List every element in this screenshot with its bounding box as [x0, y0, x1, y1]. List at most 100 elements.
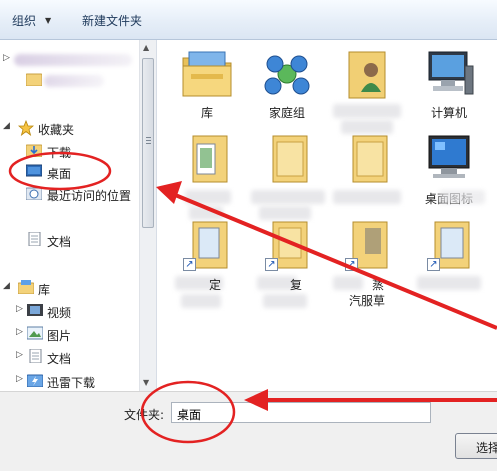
folder-name-input[interactable]: 桌面 — [171, 402, 431, 423]
nav-item-downloads[interactable]: 下载 — [0, 141, 139, 161]
file-item-shortcut-b[interactable]: ↗ 复 — [247, 218, 327, 310]
desktop-icon — [25, 164, 43, 178]
redacted-label — [417, 276, 481, 290]
file-item-folder-b[interactable] — [247, 132, 327, 224]
monitor-icon — [421, 132, 477, 186]
document-icon — [27, 348, 43, 364]
collapse-arrow-icon: ◢ — [3, 281, 10, 291]
nav-libraries[interactable]: ◢ 库 — [0, 278, 139, 298]
redacted-label — [333, 190, 401, 204]
nav-item-thunder-downloads[interactable]: ▷ 迅雷下载 — [0, 371, 139, 391]
nav-item-documents[interactable]: 文档 — [0, 230, 139, 250]
redacted-label — [439, 190, 485, 204]
file-item-library[interactable]: 库 — [167, 46, 247, 138]
dialog-footer: 文件夹: 桌面 — [0, 391, 497, 471]
shortcut-arrow-icon: ↗ — [265, 258, 278, 271]
nav-item-desktop[interactable]: 桌面 — [0, 162, 139, 182]
file-label: 蒸 — [371, 278, 384, 292]
file-label: 计算机 — [430, 106, 467, 120]
library-folder-icon — [179, 46, 235, 100]
nav-label-downloads: 下载 — [47, 146, 72, 160]
file-item-computer[interactable]: 计算机 — [409, 46, 489, 138]
expand-arrow-icon: ▷ — [16, 304, 23, 314]
folder-icon — [339, 132, 395, 186]
folder-icon — [25, 72, 43, 87]
file-item-folder-c[interactable] — [327, 132, 407, 224]
nav-item-blurred[interactable]: ▷ — [0, 50, 139, 70]
file-item-shortcut-c[interactable]: ↗ 蒸 汽服草 — [327, 218, 407, 310]
nav-item-videos[interactable]: ▷ 视频 — [0, 301, 139, 321]
nav-label-desktop: 桌面 — [47, 167, 72, 181]
folder-field-label: 文件夹: — [124, 408, 165, 422]
download-folder-icon — [25, 143, 43, 158]
homegroup-icon — [259, 46, 315, 100]
grip-line — [146, 143, 151, 144]
document-icon — [26, 231, 42, 247]
expand-arrow-icon: ▷ — [16, 350, 23, 360]
redacted-label — [251, 190, 325, 204]
content-pane: 库 家庭组 计算机 ↗ 定 ↗ 复 ↗ 蒸 汽服草 ↗ — [157, 40, 497, 391]
organize-button[interactable]: 组织 ▼ — [12, 12, 51, 29]
shortcut-arrow-icon: ↗ — [183, 258, 196, 271]
select-folder-button[interactable]: 选择 — [455, 433, 497, 459]
nav-label-pictures: 图片 — [47, 329, 72, 343]
library-icon — [17, 280, 35, 295]
expand-arrow-icon: ▷ — [16, 374, 23, 384]
file-item-shortcut-d[interactable]: ↗ — [409, 218, 489, 310]
file-item-desktop-icons[interactable]: 桌面图标 — [409, 132, 489, 224]
nav-label-thunder: 迅雷下载 — [47, 376, 96, 390]
recent-places-icon — [25, 186, 43, 201]
redacted-label — [181, 294, 221, 308]
nav-label-videos: 视频 — [47, 306, 72, 320]
new-folder-button[interactable]: 新建文件夹 — [82, 12, 142, 29]
collapse-arrow-icon: ◢ — [3, 121, 10, 131]
file-label: 复 — [289, 278, 302, 292]
star-icon — [17, 119, 35, 137]
computer-icon — [421, 46, 477, 100]
scroll-up-icon[interactable]: ▲ — [143, 43, 149, 52]
folder-icon — [179, 132, 235, 186]
nav-label-recent: 最近访问的位置 — [47, 189, 132, 203]
expand-arrow-icon: ▷ — [16, 327, 23, 337]
picture-icon — [26, 326, 44, 340]
select-button-label: 选择 — [476, 441, 497, 455]
user-folder-icon — [339, 46, 395, 100]
nav-item-recent-places[interactable]: 最近访问的位置 — [0, 184, 139, 204]
file-item-homegroup[interactable]: 家庭组 — [247, 46, 327, 138]
redacted-label — [333, 104, 401, 118]
chevron-down-icon: ▼ — [45, 16, 52, 25]
thunder-folder-icon — [26, 373, 44, 388]
redacted-text — [44, 75, 104, 87]
redacted-text — [14, 54, 132, 66]
nav-label-lib-documents: 文档 — [47, 352, 72, 366]
nav-item-lib-documents[interactable]: ▷ 文档 — [0, 347, 139, 367]
nav-item-pictures[interactable]: ▷ 图片 — [0, 324, 139, 344]
navigation-pane: ▷ ◢ 收藏夹 下载 桌面 最近访问的位置 文档 ◢ 库 ▷ 视频 ▷ 图片 ▷… — [0, 40, 157, 391]
shortcut-arrow-icon: ↗ — [345, 258, 358, 271]
shortcut-arrow-icon: ↗ — [427, 258, 440, 271]
file-label: 库 — [200, 106, 213, 120]
scroll-down-icon[interactable]: ▼ — [143, 378, 149, 387]
grip-line — [146, 137, 151, 138]
file-label: 定 — [208, 278, 221, 292]
nav-label-libraries: 库 — [38, 283, 51, 297]
nav-label-favorites: 收藏夹 — [38, 123, 75, 137]
folder-name-value: 桌面 — [177, 408, 202, 422]
redacted-label — [263, 294, 307, 308]
nav-item-blurred-2[interactable] — [0, 72, 139, 92]
nav-scrollbar[interactable]: ▲ ▼ — [139, 40, 156, 391]
expand-arrow-icon: ▷ — [3, 53, 10, 63]
scroll-thumb[interactable] — [142, 58, 154, 228]
new-folder-label: 新建文件夹 — [82, 14, 143, 28]
file-item-folder-a[interactable] — [167, 132, 247, 224]
video-icon — [27, 303, 43, 317]
redacted-label — [185, 190, 231, 204]
nav-favorites[interactable]: ◢ 收藏夹 — [0, 118, 139, 138]
nav-label-documents: 文档 — [47, 235, 72, 249]
toolbar: 组织 ▼ 新建文件夹 — [0, 0, 497, 40]
redacted-label — [333, 276, 363, 290]
file-item-user[interactable] — [327, 46, 407, 138]
file-item-shortcut-a[interactable]: ↗ 定 — [167, 218, 247, 310]
organize-label: 组织 — [12, 14, 37, 28]
file-label: 汽服草 — [348, 294, 385, 308]
